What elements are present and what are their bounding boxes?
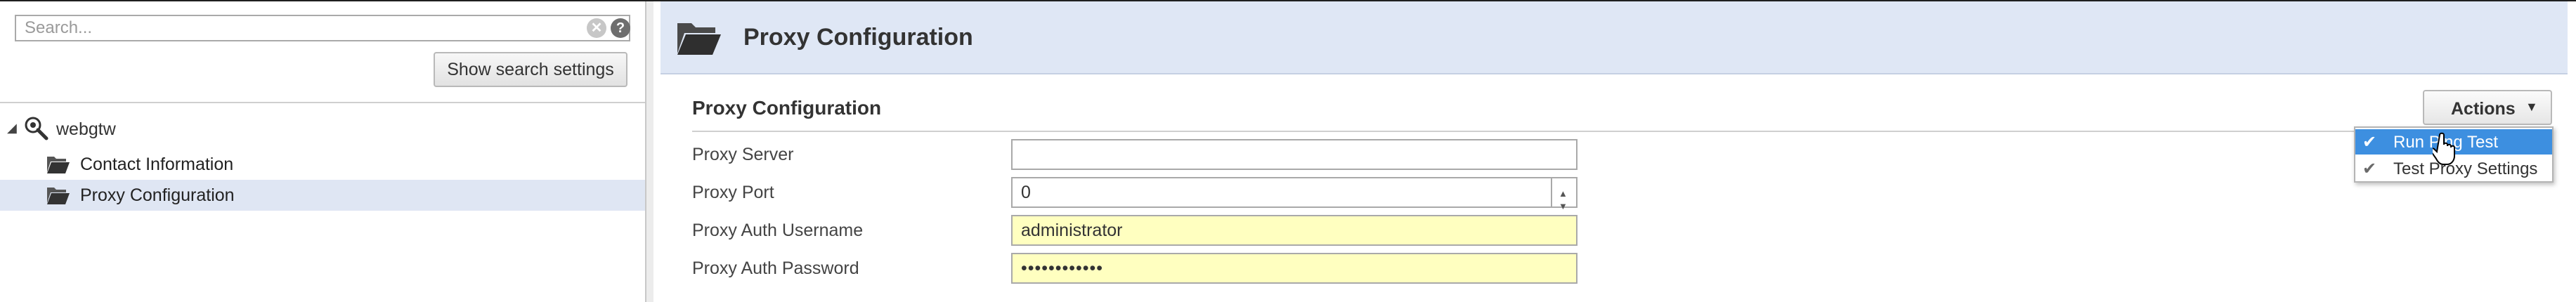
proxy-auth-password-row: Proxy Auth Password •••••••••••• (692, 253, 1676, 284)
proxy-server-input[interactable] (1011, 139, 1578, 170)
mouse-pointer-hand-icon (2433, 132, 2455, 165)
actions-button[interactable]: Actions ▼ (2423, 90, 2552, 125)
proxy-auth-username-row: Proxy Auth Username administrator (692, 215, 1676, 246)
search-magnifier-icon (25, 117, 48, 140)
tree-expander-icon[interactable]: ◢ (7, 121, 17, 136)
folder-open-icon (47, 157, 70, 173)
divider (0, 102, 645, 103)
tree-item-contact-information[interactable]: Contact Information (0, 149, 645, 180)
checkmark-icon: ✔ (2362, 133, 2377, 152)
page-title: Proxy Configuration (743, 24, 973, 51)
port-spinner[interactable]: ▲ ▼ (1551, 178, 1576, 211)
show-search-settings-button[interactable]: Show search settings (434, 52, 627, 87)
proxy-port-row: Proxy Port 0 ▲ ▼ (692, 177, 1676, 211)
tree-item-proxy-configuration[interactable]: Proxy Configuration (0, 180, 645, 211)
chevron-down-icon: ▼ (2525, 100, 2538, 114)
section-divider (692, 131, 2519, 132)
help-icon[interactable]: ? (611, 18, 630, 38)
folder-open-icon (677, 23, 721, 55)
search-input[interactable] (16, 16, 581, 40)
checkmark-icon: ✔ (2362, 159, 2377, 178)
tree-item-label: Contact Information (80, 155, 234, 174)
app-window: ✕ ? Show search settings ◢ webgtw Con (0, 1, 2576, 302)
tree-root-label: webgtw (56, 119, 116, 139)
proxy-server-label: Proxy Server (692, 145, 794, 164)
page-header: Proxy Configuration (661, 1, 2568, 74)
proxy-auth-password-input[interactable]: •••••••••••• (1011, 253, 1578, 284)
search-box: ✕ ? (15, 15, 630, 41)
proxy-auth-password-label: Proxy Auth Password (692, 258, 859, 278)
clear-search-icon[interactable]: ✕ (587, 18, 606, 38)
navigation-pane: ✕ ? Show search settings ◢ webgtw Con (0, 1, 646, 302)
tree-item-label: Proxy Configuration (80, 185, 235, 205)
folder-open-icon (47, 188, 70, 204)
tree-root-webgtw[interactable]: ◢ webgtw (7, 114, 288, 146)
menu-item-label: Test Proxy Settings (2393, 159, 2538, 178)
actions-label: Actions (2451, 99, 2516, 119)
proxy-auth-username-input[interactable]: administrator (1011, 215, 1578, 246)
proxy-auth-username-label: Proxy Auth Username (692, 221, 864, 240)
proxy-port-input[interactable]: 0 ▲ ▼ (1011, 177, 1578, 211)
proxy-port-value: 0 (1021, 183, 1031, 202)
section-title: Proxy Configuration (692, 97, 882, 119)
proxy-port-label: Proxy Port (692, 183, 774, 202)
proxy-server-row: Proxy Server (692, 139, 1676, 170)
content-pane: Proxy Configuration Proxy Configuration … (646, 1, 2568, 302)
